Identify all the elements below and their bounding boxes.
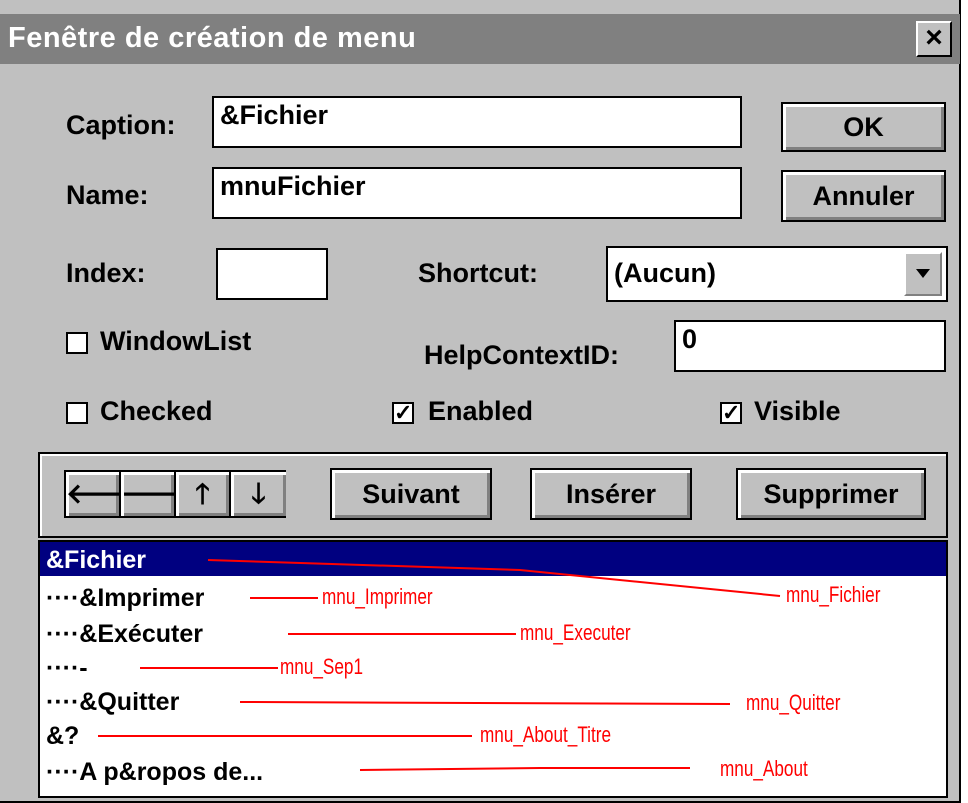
move-right-button[interactable]: 🡒 — [121, 472, 196, 516]
annotation-label: mnu_Fichier — [786, 582, 881, 607]
checkmark-icon: ✓ — [722, 400, 741, 425]
visible-checkbox[interactable]: ✓ — [720, 402, 742, 424]
annotation-label: mnu_About — [720, 756, 808, 781]
shortcut-label: Shortcut: — [418, 258, 538, 288]
caption-label: Caption: — [66, 110, 176, 140]
checked-checkbox[interactable] — [66, 402, 88, 424]
cancel-label: Annuler — [812, 181, 915, 211]
annotation-label: mnu_About_Titre — [480, 722, 612, 747]
arrow-down-icon: 🡓 — [251, 478, 266, 509]
delete-label: Supprimer — [763, 479, 899, 509]
enabled-checkbox[interactable]: ✓ — [392, 402, 414, 424]
menu-item-list[interactable]: &Fichier ····&Imprimer ····&Exécuter ···… — [38, 540, 948, 798]
caption-value: &Fichier — [220, 100, 329, 130]
close-button[interactable]: × — [916, 21, 952, 57]
annotation-label: mnu_Executer — [520, 620, 631, 645]
checked-label: Checked — [100, 396, 213, 426]
annotation-label: mnu_Sep1 — [280, 654, 364, 679]
arrow-up-icon: 🡑 — [195, 478, 210, 509]
shortcut-dropdown[interactable]: (Aucun) — [606, 246, 948, 302]
next-button[interactable]: Suivant — [330, 468, 492, 520]
helpcontextid-input[interactable]: 0 — [674, 320, 946, 372]
close-icon: × — [925, 21, 943, 54]
name-label: Name: — [66, 180, 149, 210]
insert-label: Insérer — [565, 479, 657, 509]
shortcut-value: (Aucun) — [614, 258, 716, 288]
window-title: Fenêtre de création de menu — [8, 22, 417, 54]
name-input[interactable]: mnuFichier — [212, 167, 742, 219]
enabled-label: Enabled — [428, 396, 534, 426]
index-label: Index: — [66, 258, 146, 288]
next-label: Suivant — [362, 479, 460, 509]
annotation-label: mnu_Imprimer — [322, 584, 433, 609]
ok-label: OK — [843, 112, 884, 142]
name-value: mnuFichier — [220, 171, 366, 201]
cancel-button[interactable]: Annuler — [781, 170, 946, 222]
move-up-button[interactable]: 🡑 — [176, 472, 231, 516]
windowlist-label: WindowList — [100, 326, 252, 356]
helpcontextid-label: HelpContextID: — [424, 340, 619, 370]
delete-button[interactable]: Supprimer — [736, 468, 926, 520]
menu-editor-dialog: Fenêtre de création de menu × Caption: &… — [0, 0, 961, 803]
move-down-button[interactable]: 🡓 — [231, 472, 286, 516]
index-input[interactable] — [216, 248, 328, 300]
ok-button[interactable]: OK — [781, 102, 946, 152]
helpcontextid-value: 0 — [682, 324, 698, 354]
move-left-button[interactable]: 🡐 — [66, 472, 141, 516]
insert-button[interactable]: Insérer — [530, 468, 692, 520]
dropdown-arrow-button[interactable] — [904, 252, 942, 296]
checkmark-icon: ✓ — [394, 400, 413, 425]
chevron-down-icon — [916, 269, 930, 278]
annotation-lines — [98, 559, 781, 771]
menu-toolbar: 🡐 🡒 🡑 🡓 Suivant Insérer Supprimer — [38, 452, 948, 538]
windowlist-checkbox[interactable] — [66, 332, 88, 354]
title-bar: Fenêtre de création de menu × — [0, 14, 960, 64]
visible-label: Visible — [754, 396, 841, 426]
annotation-label: mnu_Quitter — [746, 690, 841, 715]
caption-input[interactable]: &Fichier — [212, 96, 742, 148]
arrow-button-group: 🡐 🡒 🡑 🡓 — [64, 470, 286, 518]
